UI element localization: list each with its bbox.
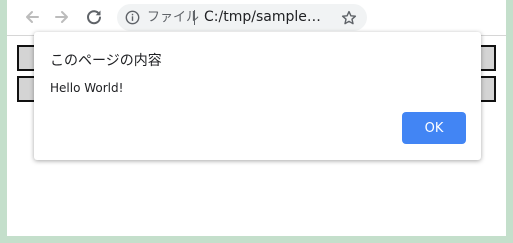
dialog-title: このページの内容 xyxy=(50,53,162,69)
star-outline-icon[interactable] xyxy=(341,10,357,26)
arrow-right-icon xyxy=(55,11,68,23)
info-icon[interactable] xyxy=(125,10,140,25)
omnibox-separator xyxy=(194,10,195,25)
browser-toolbar: ファイル C:/tmp/sample… xyxy=(7,0,506,36)
scheme-label: ファイル xyxy=(147,10,200,25)
address-bar[interactable]: ファイル C:/tmp/sample… xyxy=(117,4,367,31)
reload-icon xyxy=(87,10,101,25)
dialog-message: Hello World! xyxy=(50,81,124,95)
arrow-left-icon xyxy=(26,11,39,23)
reload-button[interactable] xyxy=(83,6,105,28)
ok-button[interactable]: OK xyxy=(402,112,466,144)
forward-button[interactable] xyxy=(51,6,73,28)
url-text[interactable]: C:/tmp/sample… xyxy=(204,9,321,26)
browser-window: ファイル C:/tmp/sample… このページの内容 Hello World… xyxy=(7,0,506,236)
alert-dialog: このページの内容 Hello World! OK xyxy=(34,32,481,160)
back-button[interactable] xyxy=(21,6,43,28)
